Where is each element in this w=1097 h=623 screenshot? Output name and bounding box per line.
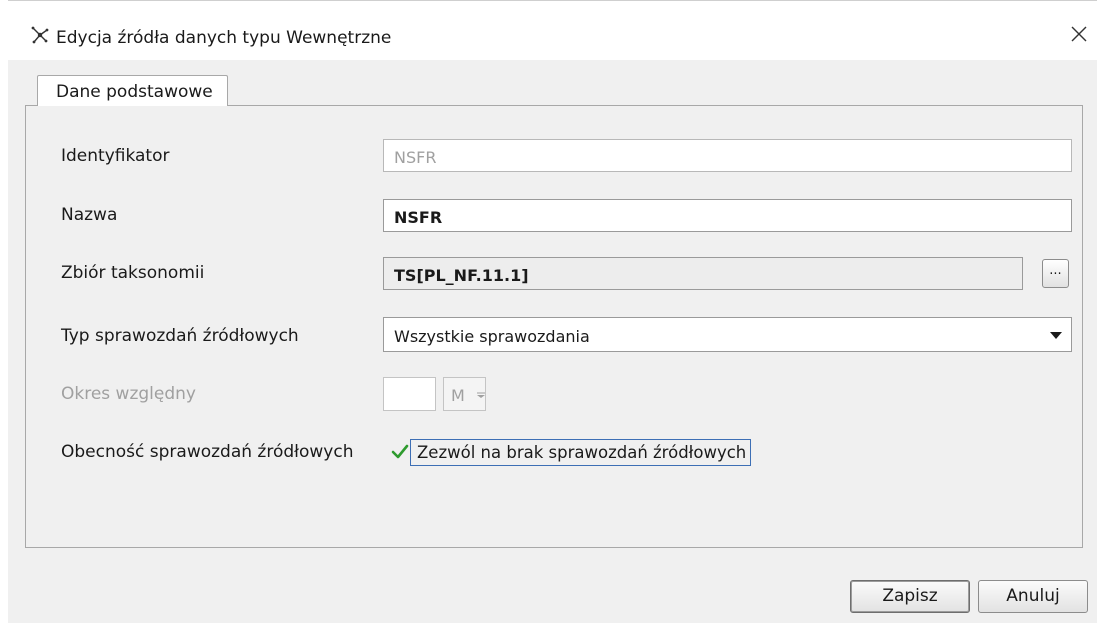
report-type-selected: Wszystkie sprawozdania: [394, 327, 590, 346]
relative-period-label: Okres względny: [61, 384, 196, 404]
identifier-label: Identyfikator: [61, 146, 170, 166]
window-title: Edycja źródła danych typu Wewnętrzne: [56, 28, 392, 48]
tab-label: Dane podstawowe: [56, 82, 213, 102]
taxonomy-label: Zbiór taksonomii: [61, 263, 205, 283]
close-icon[interactable]: [1068, 23, 1090, 45]
network-nodes-icon: [31, 26, 49, 44]
name-field[interactable]: NSFR: [383, 199, 1072, 232]
name-label: Nazwa: [61, 205, 118, 225]
edit-data-source-dialog: Edycja źródła danych typu Wewnętrzne Dan…: [8, 0, 1097, 623]
report-type-select[interactable]: Wszystkie sprawozdania: [383, 317, 1072, 352]
title-bar: Edycja źródła danych typu Wewnętrzne: [8, 0, 1097, 61]
cancel-button[interactable]: Anuluj: [978, 580, 1088, 613]
relative-period-input[interactable]: [383, 377, 436, 411]
checkmark-icon[interactable]: [391, 443, 409, 461]
report-type-label: Typ sprawozdań źródłowych: [61, 326, 299, 346]
chevron-down-icon: [1050, 332, 1062, 339]
dropdown-arrow-icon: [477, 392, 485, 398]
presence-label: Obecność sprawozdań źródłowych: [61, 442, 354, 462]
allow-missing-reports-checkbox-label[interactable]: Zezwól na brak sprawozdań źródłowych: [410, 439, 752, 466]
identifier-field[interactable]: NSFR: [383, 139, 1072, 172]
taxonomy-field: TS[PL_NF.11.1]: [383, 257, 1023, 290]
relative-period-unit-select[interactable]: M: [443, 377, 486, 411]
save-button[interactable]: Zapisz: [850, 580, 970, 613]
taxonomy-browse-button[interactable]: ...: [1042, 259, 1069, 288]
tab-basic-data[interactable]: Dane podstawowe: [37, 75, 228, 106]
unit-value: M: [451, 386, 465, 405]
